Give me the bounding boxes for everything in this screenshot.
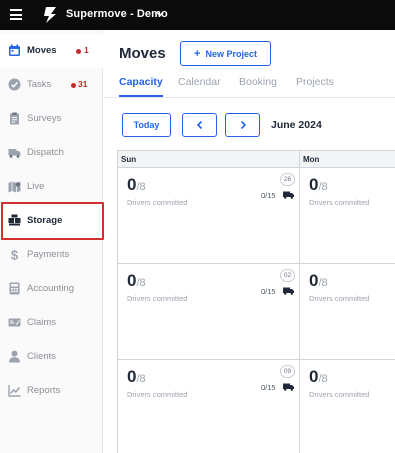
sidebar-item-label: Clients bbox=[27, 351, 57, 362]
sidebar-item-dispatch[interactable]: Dispatch bbox=[0, 136, 103, 170]
calendar-icon bbox=[9, 44, 20, 56]
truck-icon bbox=[8, 149, 21, 158]
next-month-button[interactable] bbox=[225, 113, 260, 137]
trucks-count: 0/15 bbox=[261, 287, 276, 296]
tab-capacity[interactable]: Capacity bbox=[119, 76, 163, 88]
drivers-committed-label: Drivers committed bbox=[127, 198, 188, 207]
sidebar-item-label: Payments bbox=[27, 249, 70, 260]
truck-icon bbox=[283, 287, 294, 295]
new-project-button[interactable]: + New Project bbox=[180, 41, 271, 66]
trucks-count: 0/15 bbox=[261, 191, 276, 200]
check-circle-icon bbox=[8, 78, 21, 91]
truck-icon bbox=[283, 383, 294, 391]
calendar-day-cell[interactable]: 0/8 Drivers committed 26 0/15 bbox=[118, 168, 300, 264]
sidebar-item-clients[interactable]: Clients bbox=[0, 340, 103, 374]
calendar-day-cell[interactable]: 0/8 Drivers committed 02 0/15 bbox=[118, 264, 300, 360]
date-badge: 09 bbox=[280, 365, 295, 378]
sidebar-item-label: Live bbox=[27, 181, 45, 192]
chevron-left-icon bbox=[196, 120, 202, 130]
previous-month-button[interactable] bbox=[182, 113, 217, 137]
svg-text:$: $ bbox=[11, 248, 19, 261]
top-bar: Supermove - Demo bbox=[0, 0, 395, 30]
sidebar-badge: 1 bbox=[84, 45, 89, 55]
sidebar-item-label: Claims bbox=[27, 317, 57, 328]
calendar-day-cell[interactable]: 0/8 Drivers committed bbox=[300, 168, 395, 264]
tab-bar: Capacity Calendar Booking Projects bbox=[104, 70, 395, 98]
user-icon bbox=[9, 350, 20, 363]
drivers-committed-count: 0/8 bbox=[309, 367, 328, 386]
drivers-committed-label: Drivers committed bbox=[309, 294, 370, 303]
app-title[interactable]: Supermove - Demo bbox=[66, 8, 168, 20]
chevron-down-icon[interactable] bbox=[156, 10, 164, 18]
drivers-committed-count: 0/8 bbox=[309, 271, 328, 290]
chevron-right-icon bbox=[240, 120, 246, 130]
date-badge: 02 bbox=[280, 269, 295, 282]
sidebar-item-surveys[interactable]: Surveys bbox=[0, 102, 103, 136]
sidebar-item-label: Tasks bbox=[27, 79, 52, 90]
trucks-count: 0/15 bbox=[261, 383, 276, 392]
chart-icon bbox=[8, 385, 21, 397]
map-icon bbox=[8, 181, 21, 193]
sidebar-item-label: Storage bbox=[27, 215, 63, 226]
sidebar-item-label: Accounting bbox=[27, 283, 75, 294]
calculator-icon bbox=[9, 282, 20, 295]
drivers-committed-count: 0/8 bbox=[309, 175, 328, 194]
day-header-mon: Mon bbox=[300, 151, 395, 168]
calendar-day-cell[interactable]: 0/8 Drivers committed bbox=[300, 360, 395, 453]
clipboard-icon bbox=[10, 112, 19, 125]
tab-booking[interactable]: Booking bbox=[239, 76, 277, 88]
drivers-committed-label: Drivers committed bbox=[309, 198, 370, 207]
boxes-icon bbox=[8, 214, 21, 226]
calendar-day-cell[interactable]: 0/8 Drivers committed 09 0/15 bbox=[118, 360, 300, 453]
drivers-committed-count: 0/8 bbox=[127, 271, 146, 290]
sidebar: Moves 1 Tasks 31 Surveys Dispatch Live S… bbox=[0, 30, 103, 453]
sidebar-item-moves[interactable]: Moves 1 bbox=[0, 34, 103, 68]
sidebar-item-tasks[interactable]: Tasks 31 bbox=[0, 68, 103, 102]
drivers-committed-label: Drivers committed bbox=[127, 294, 188, 303]
drivers-committed-label: Drivers committed bbox=[127, 390, 188, 399]
sidebar-item-claims[interactable]: Claims bbox=[0, 306, 103, 340]
sidebar-item-reports[interactable]: Reports bbox=[0, 374, 103, 408]
claims-icon bbox=[8, 318, 21, 327]
dollar-icon: $ bbox=[11, 248, 19, 261]
main-content: Moves + New Project Capacity Calendar Bo… bbox=[104, 30, 395, 453]
drivers-committed-count: 0/8 bbox=[127, 367, 146, 386]
new-project-label: New Project bbox=[205, 48, 257, 59]
drivers-committed-count: 0/8 bbox=[127, 175, 146, 194]
sidebar-item-label: Reports bbox=[27, 385, 61, 396]
date-badge: 26 bbox=[280, 173, 295, 186]
sidebar-item-label: Surveys bbox=[27, 113, 62, 124]
sidebar-item-storage[interactable]: Storage bbox=[0, 204, 103, 238]
calendar-day-cell[interactable]: 0/8 Drivers committed bbox=[300, 264, 395, 360]
today-button[interactable]: Today bbox=[122, 113, 171, 137]
hamburger-menu-icon[interactable] bbox=[10, 9, 22, 20]
capacity-calendar: Sun Mon 0/8 Drivers committed 26 0/15 0/… bbox=[117, 150, 395, 453]
page-title: Moves bbox=[119, 45, 166, 62]
sidebar-item-live[interactable]: Live bbox=[0, 170, 103, 204]
sidebar-item-label: Dispatch bbox=[27, 147, 64, 158]
truck-icon bbox=[283, 191, 294, 199]
supermove-logo-icon bbox=[44, 7, 56, 23]
sidebar-item-payments[interactable]: $ Payments bbox=[0, 238, 103, 272]
active-tab-indicator bbox=[119, 95, 163, 97]
sidebar-item-accounting[interactable]: Accounting bbox=[0, 272, 103, 306]
plus-icon: + bbox=[194, 47, 201, 60]
sidebar-badge: 31 bbox=[78, 79, 88, 89]
notification-dot bbox=[71, 83, 76, 88]
month-label: June 2024 bbox=[271, 119, 322, 131]
sidebar-item-label: Moves bbox=[27, 45, 57, 56]
tab-projects[interactable]: Projects bbox=[296, 76, 334, 88]
tab-calendar[interactable]: Calendar bbox=[178, 76, 221, 88]
notification-dot bbox=[76, 49, 81, 54]
drivers-committed-label: Drivers committed bbox=[309, 390, 370, 399]
day-header-sun: Sun bbox=[118, 151, 300, 168]
